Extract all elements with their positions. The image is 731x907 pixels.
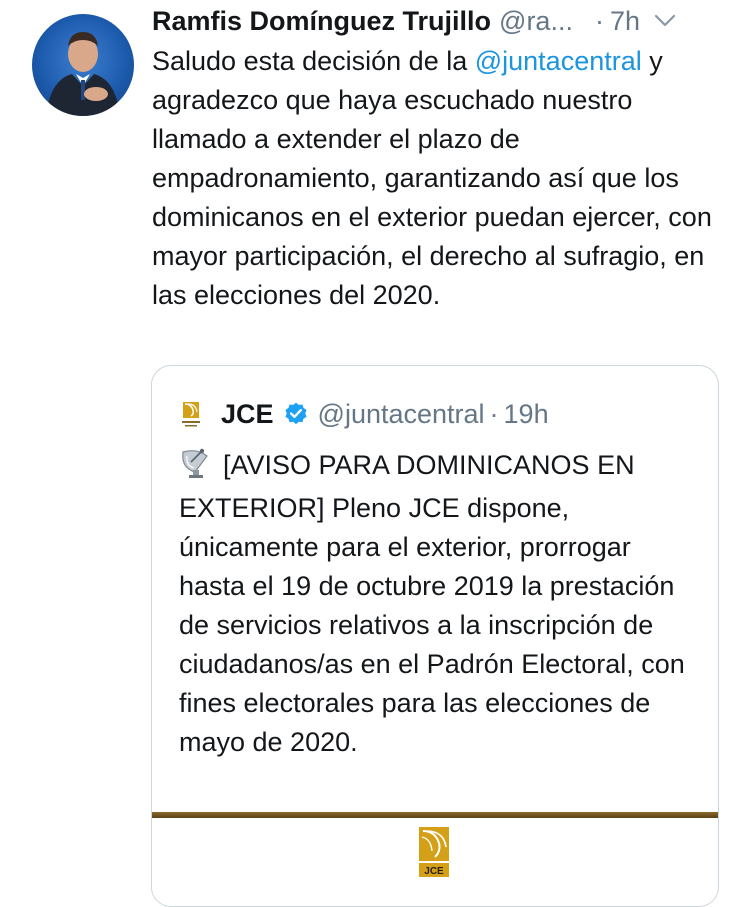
jce-media-logo-icon: JCE [419,827,449,877]
mention-link[interactable]: @juntacentral [475,46,642,76]
tweet-text-rest: y agradezco que haya escuchado nuestro l… [152,46,712,310]
quoted-media-preview[interactable]: JCE [152,818,718,906]
quoted-tweet-card[interactable]: JCE @juntacentral · 19h [AVISO PARA DOMI… [151,365,719,907]
author-name[interactable]: Ramfis Domínguez Trujillo [152,4,491,38]
quoted-author-name[interactable]: JCE [221,399,274,430]
quoted-author-handle[interactable]: @juntacentral [318,399,485,430]
tweet-header: Ramfis Domínguez Trujillo @ra... · 7h [152,4,722,38]
jce-media-logo-text: JCE [424,866,444,877]
satellite-dish-icon [179,446,213,489]
jce-logo-icon [179,400,203,428]
tweet-text: Saludo esta decisión de la @juntacentral… [152,42,722,315]
tweet-timestamp[interactable]: 7h [610,4,640,38]
verified-badge-icon [283,401,309,427]
quoted-tweet-text: [AVISO PARA DOMINICANOS EN EXTERIOR] Ple… [179,446,699,762]
tweet-text-start: Saludo esta decisión de la [152,46,475,76]
avatar[interactable] [32,14,134,116]
profile-photo [46,32,120,116]
quoted-tweet-body: [AVISO PARA DOMINICANOS EN EXTERIOR] Ple… [179,450,685,757]
separator-dot: · [489,398,499,429]
author-handle[interactable]: @ra... [499,4,573,38]
quoted-tweet-timestamp[interactable]: 19h [504,399,549,430]
chevron-down-icon[interactable] [654,14,676,28]
separator-dot: · [594,6,604,36]
quoted-tweet-header: JCE @juntacentral · 19h [179,396,549,432]
